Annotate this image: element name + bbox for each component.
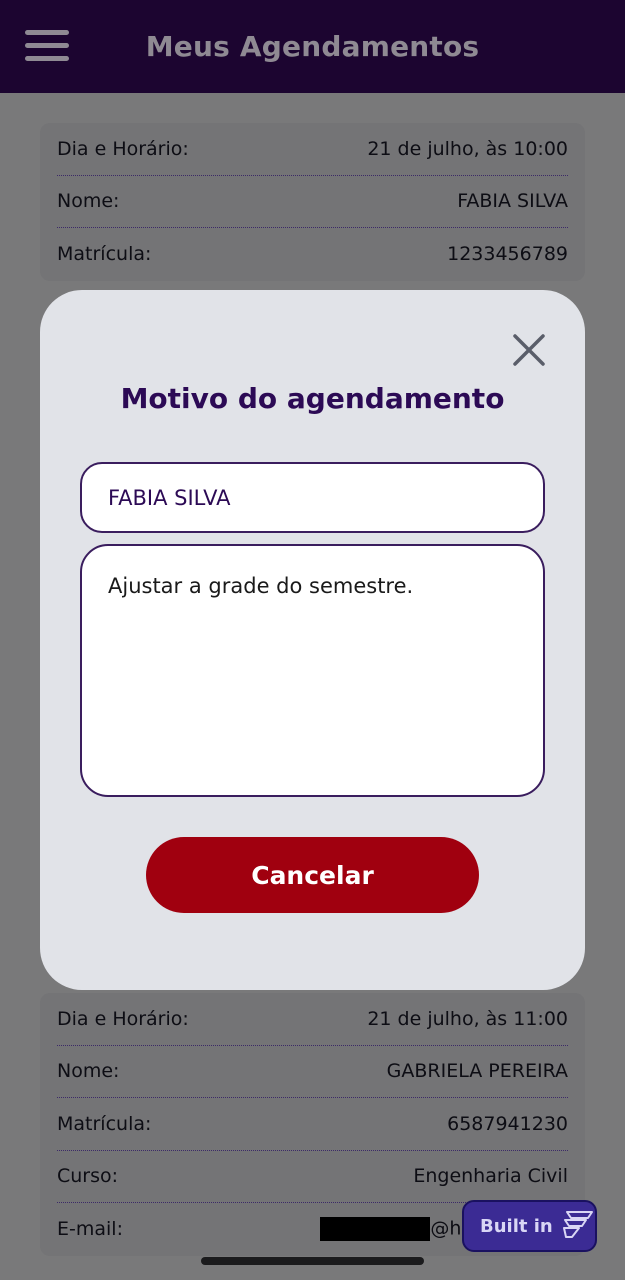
built-in-badge[interactable]: Built in xyxy=(462,1200,597,1252)
card-row-name: Nome: GABRIELA PEREIRA xyxy=(57,1046,568,1098)
reason-field[interactable]: Ajustar a grade do semestre. xyxy=(80,544,545,797)
row-label: Nome: xyxy=(57,1060,120,1083)
modal-title: Motivo do agendamento xyxy=(120,382,505,415)
card-row-matricula: Matrícula: 1233456789 xyxy=(57,228,568,281)
row-value: 6587941230 xyxy=(447,1112,568,1135)
redacted-block xyxy=(320,1217,431,1242)
cancel-button[interactable]: Cancelar xyxy=(146,837,479,913)
row-value: 21 de julho, às 11:00 xyxy=(367,1007,568,1030)
row-value: 21 de julho, às 10:00 xyxy=(367,137,568,160)
reason-modal: Motivo do agendamento FABIA SILVA Ajusta… xyxy=(40,290,585,990)
row-value: GABRIELA PEREIRA xyxy=(386,1060,568,1083)
reason-field-value: Ajustar a grade do semestre. xyxy=(108,574,414,598)
card-row-datetime: Dia e Horário: 21 de julho, às 10:00 xyxy=(57,123,568,176)
row-label: Dia e Horário: xyxy=(57,1007,189,1030)
builder-logo-icon xyxy=(561,1209,595,1244)
name-field[interactable]: FABIA SILVA xyxy=(80,462,545,533)
badge-label: Built in xyxy=(480,1215,553,1237)
card-row-curso: Curso: Engenharia Civil xyxy=(57,1151,568,1203)
card-row-name: Nome: FABIA SILVA xyxy=(57,176,568,228)
row-label: E-mail: xyxy=(57,1218,123,1241)
row-value: 1233456789 xyxy=(447,243,568,266)
row-label: Nome: xyxy=(57,190,120,213)
app-header: Meus Agendamentos xyxy=(0,0,625,93)
page-title: Meus Agendamentos xyxy=(145,30,480,63)
name-field-value: FABIA SILVA xyxy=(108,485,231,510)
row-label: Dia e Horário: xyxy=(57,137,189,160)
row-label: Matrícula: xyxy=(57,1112,152,1135)
close-icon[interactable] xyxy=(511,332,547,368)
card-row-datetime: Dia e Horário: 21 de julho, às 11:00 xyxy=(57,993,568,1046)
row-label: Curso: xyxy=(57,1165,119,1188)
row-value-email: @ho xyxy=(320,1217,473,1242)
row-label: Matrícula: xyxy=(57,243,152,266)
row-value: FABIA SILVA xyxy=(457,190,568,213)
card-row-matricula: Matrícula: 6587941230 xyxy=(57,1098,568,1151)
home-indicator xyxy=(201,1257,424,1265)
row-value: Engenharia Civil xyxy=(413,1165,568,1188)
appointment-card: Dia e Horário: 21 de julho, às 10:00 Nom… xyxy=(40,123,585,281)
